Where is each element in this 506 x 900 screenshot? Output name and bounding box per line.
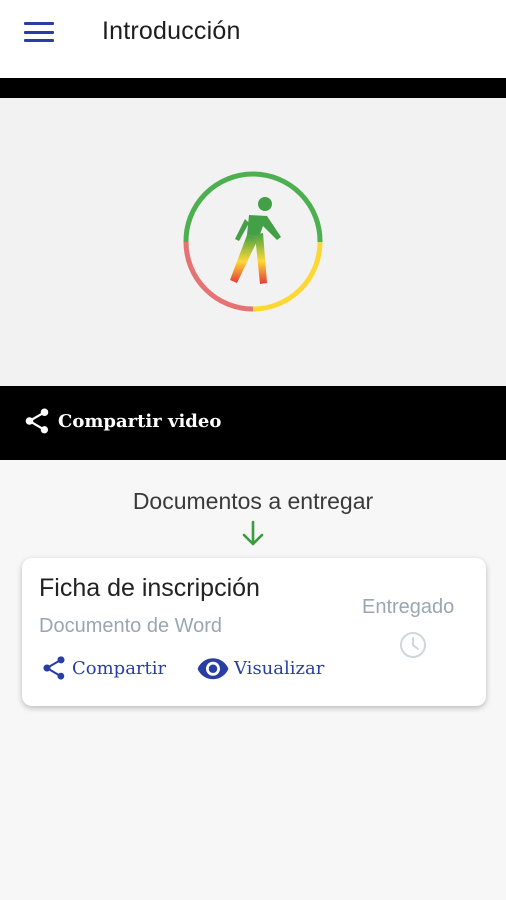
hamburger-menu-icon[interactable] [24,20,54,44]
arrow-down-icon [242,520,264,546]
share-icon [43,656,65,680]
share-video-button[interactable]: Compartir video [22,406,221,436]
view-document-label: Visualizar [234,657,325,679]
video-player[interactable]: Compartir video [0,78,506,460]
document-card[interactable]: Ficha de inscripción Documento de Word E… [22,558,486,706]
status-label: Entregado [362,596,455,618]
clock-icon [400,632,426,658]
share-document-label: Compartir [72,657,167,679]
walking-person-logo [183,171,323,312]
share-document-button[interactable]: Compartir [40,654,166,682]
document-title: Ficha de inscripción [39,574,260,602]
video-frame[interactable] [0,98,506,386]
eye-icon [197,658,229,680]
share-video-label: Compartir video [58,410,222,432]
share-icon [25,408,49,434]
page-title: Introducción [102,17,241,45]
documents-heading: Documentos a entregar [132,488,374,514]
document-type: Documento de Word [39,615,223,637]
view-document-button[interactable]: Visualizar [196,654,324,682]
app-bar: Introducción [0,0,506,78]
